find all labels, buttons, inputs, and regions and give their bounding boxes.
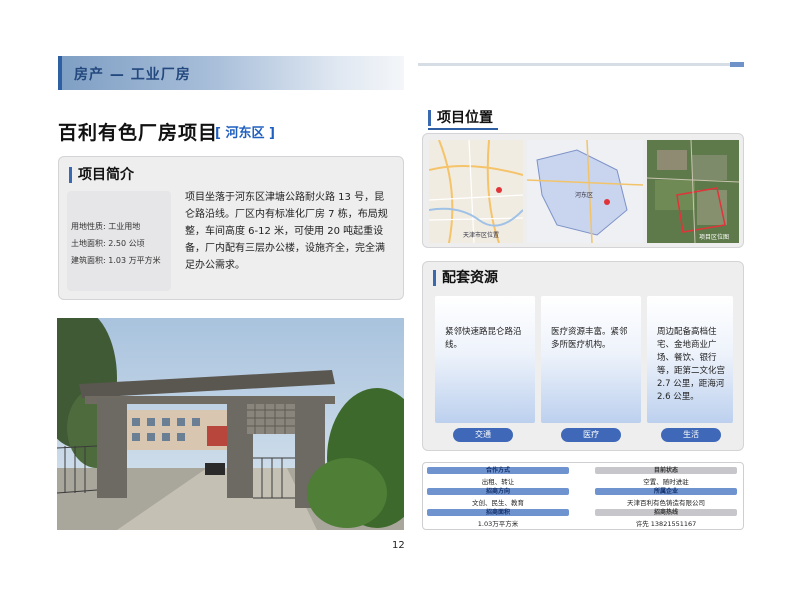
info-value-direction: 文创、民生、教育 (472, 499, 524, 507)
info-box: 合作方式 出租、转让 目前状态 空置、随时进驻 招商方向 文创、民生、教育 所属… (422, 462, 744, 530)
info-label-company: 所属企业 (595, 488, 737, 495)
tag-medical: 医疗 (561, 428, 621, 442)
info-value-cooperation: 出租、转让 (481, 478, 515, 486)
district-map: 河东区 (527, 140, 643, 243)
factory-gate-photo (57, 318, 404, 530)
attribute-land-area: 土地面积: 2.50 公顷 (71, 239, 145, 248)
location-heading: 项目位置 (428, 110, 493, 126)
header-divider-accent (730, 62, 744, 67)
info-label-status: 目前状态 (595, 467, 737, 474)
intro-heading: 项目简介 (69, 167, 134, 183)
info-label-area: 招商面积 (427, 509, 569, 516)
resource-card-living: 周边配备高档住宅、金地商业广场、餐饮、银行等，距第二文化宫 2.7 公里，距海河… (647, 296, 733, 423)
page-number: 12 (392, 540, 405, 551)
info-value-hotline: 许先 13821551167 (635, 520, 697, 528)
resource-card-transport: 紧邻快速路昆仑路沿线。 (435, 296, 535, 423)
location-maps-panel: 天津市区位置 河东区 项目区位图 (422, 133, 744, 248)
district-map-label: 河东区 (575, 192, 594, 199)
category-title: 房产 — 工业厂房 (74, 67, 191, 83)
satellite-map-label: 项目区位图 (699, 234, 730, 241)
category-banner: 房产 — 工业厂房 (58, 56, 404, 90)
info-value-area: 1.03万平方米 (477, 520, 519, 528)
info-label-hotline: 招商热线 (595, 509, 737, 516)
tag-living: 生活 (661, 428, 721, 442)
city-map: 天津市区位置 (429, 140, 523, 243)
header-divider (418, 63, 730, 66)
resources-panel: 配套资源 紧邻快速路昆仑路沿线。 交通 医疗资源丰富。紧邻多所医疗机构。 医疗 … (422, 261, 744, 451)
attribute-land-use: 用地性质: 工业用地 (71, 222, 141, 231)
resource-card-text: 医疗资源丰富。紧邻多所医疗机构。 (551, 327, 628, 350)
tag-transport: 交通 (453, 428, 513, 442)
city-map-label: 天津市区位置 (463, 232, 500, 239)
info-label-direction: 招商方向 (427, 488, 569, 495)
info-value-company: 天津百利有色铸造有限公司 (627, 499, 705, 507)
project-title: 百利有色厂房项目 (58, 122, 219, 144)
resource-card-text: 紧邻快速路昆仑路沿线。 (445, 327, 522, 350)
attribute-box: 用地性质: 工业用地 土地面积: 2.50 公顷 建筑面积: 1.03 万平方米 (67, 191, 171, 291)
intro-panel: 项目简介 用地性质: 工业用地 土地面积: 2.50 公顷 建筑面积: 1.03… (58, 156, 404, 300)
project-district: [ 河东区 ] (215, 126, 275, 141)
info-label-cooperation: 合作方式 (427, 467, 569, 474)
info-value-status: 空置、随时进驻 (643, 478, 689, 486)
resource-card-text: 周边配备高档住宅、金地商业广场、餐饮、银行等，距第二文化宫 2.7 公里，距海河… (657, 327, 726, 402)
satellite-map: 项目区位图 (647, 140, 739, 243)
intro-description: 项目坐落于河东区津塘公路耐火路 13 号，昆仑路沿线。厂区内有标准化厂房 7 栋… (185, 192, 388, 271)
resource-card-medical: 医疗资源丰富。紧邻多所医疗机构。 (541, 296, 641, 423)
attribute-building-area: 建筑面积: 1.03 万平方米 (71, 256, 161, 265)
resources-heading: 配套资源 (433, 270, 498, 286)
location-heading-underline (428, 128, 498, 130)
